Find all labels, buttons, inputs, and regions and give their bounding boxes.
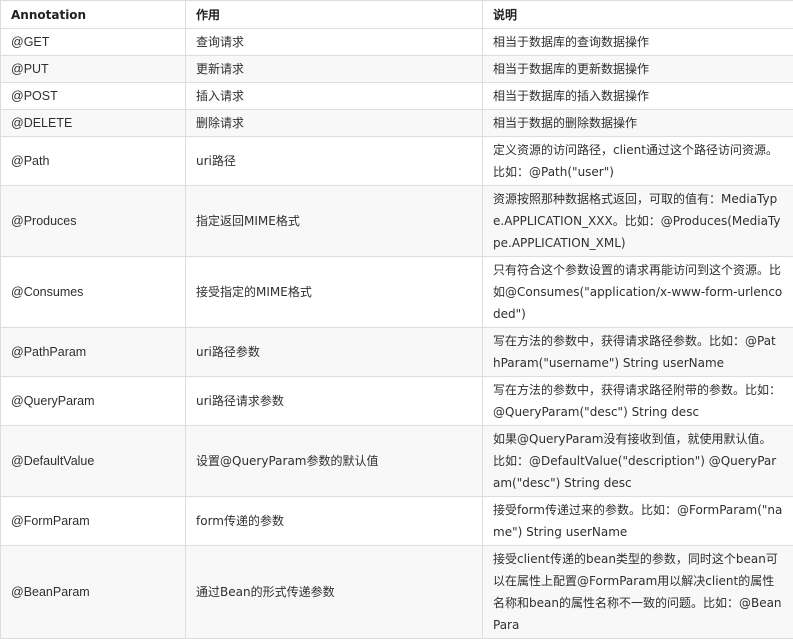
table-row: @BeanParam 通过Bean的形式传递参数 接受client传递的bean… [1, 546, 793, 639]
cell-annotation: @QueryParam [1, 377, 186, 426]
table-row: @DefaultValue 设置@QueryParam参数的默认值 如果@Que… [1, 426, 793, 497]
cell-purpose: 删除请求 [186, 110, 483, 137]
table-row: @FormParam form传递的参数 接受form传递过来的参数。比如：@F… [1, 497, 793, 546]
cell-purpose: uri路径 [186, 137, 483, 186]
cell-purpose: form传递的参数 [186, 497, 483, 546]
cell-description: 相当于数据库的更新数据操作 [483, 56, 793, 83]
cell-purpose: 通过Bean的形式传递参数 [186, 546, 483, 639]
header-annotation: Annotation [1, 1, 186, 29]
cell-annotation: @Produces [1, 186, 186, 257]
cell-purpose: uri路径请求参数 [186, 377, 483, 426]
cell-description: 资源按照那种数据格式返回，可取的值有：MediaType.APPLICATION… [483, 186, 793, 257]
cell-purpose: 查询请求 [186, 29, 483, 56]
table-row: @PathParam uri路径参数 写在方法的参数中，获得请求路径参数。比如：… [1, 328, 793, 377]
cell-description: 如果@QueryParam没有接收到值，就使用默认值。比如：@DefaultVa… [483, 426, 793, 497]
cell-purpose: uri路径参数 [186, 328, 483, 377]
cell-purpose: 插入请求 [186, 83, 483, 110]
cell-description: 接受form传递过来的参数。比如：@FormParam("name") Stri… [483, 497, 793, 546]
table-row: @Path uri路径 定义资源的访问路径，client通过这个路径访问资源。比… [1, 137, 793, 186]
cell-annotation: @FormParam [1, 497, 186, 546]
cell-annotation: @GET [1, 29, 186, 56]
table-row: @PUT 更新请求 相当于数据库的更新数据操作 [1, 56, 793, 83]
table-row: @QueryParam uri路径请求参数 写在方法的参数中，获得请求路径附带的… [1, 377, 793, 426]
cell-description: 写在方法的参数中，获得请求路径附带的参数。比如：@QueryParam("des… [483, 377, 793, 426]
cell-annotation: @DELETE [1, 110, 186, 137]
cell-annotation: @DefaultValue [1, 426, 186, 497]
table-header: Annotation 作用 说明 [1, 1, 793, 29]
table-row: @POST 插入请求 相当于数据库的插入数据操作 [1, 83, 793, 110]
cell-description: 定义资源的访问路径，client通过这个路径访问资源。比如：@Path("use… [483, 137, 793, 186]
header-row: Annotation 作用 说明 [1, 1, 793, 29]
cell-annotation: @PathParam [1, 328, 186, 377]
cell-description: 相当于数据库的查询数据操作 [483, 29, 793, 56]
table-row: @Produces 指定返回MIME格式 资源按照那种数据格式返回，可取的值有：… [1, 186, 793, 257]
cell-annotation: @Consumes [1, 257, 186, 328]
cell-annotation: @Path [1, 137, 186, 186]
table-body: @GET 查询请求 相当于数据库的查询数据操作 @PUT 更新请求 相当于数据库… [1, 29, 793, 639]
table-row: @GET 查询请求 相当于数据库的查询数据操作 [1, 29, 793, 56]
cell-description: 相当于数据的删除数据操作 [483, 110, 793, 137]
cell-annotation: @BeanParam [1, 546, 186, 639]
cell-purpose: 接受指定的MIME格式 [186, 257, 483, 328]
cell-description: 写在方法的参数中，获得请求路径参数。比如：@PathParam("usernam… [483, 328, 793, 377]
cell-annotation: @PUT [1, 56, 186, 83]
header-purpose: 作用 [186, 1, 483, 29]
header-description: 说明 [483, 1, 793, 29]
annotation-table: Annotation 作用 说明 @GET 查询请求 相当于数据库的查询数据操作… [0, 0, 793, 639]
cell-description: 接受client传递的bean类型的参数，同时这个bean可以在属性上配置@Fo… [483, 546, 793, 639]
cell-purpose: 更新请求 [186, 56, 483, 83]
cell-annotation: @POST [1, 83, 186, 110]
table-row: @DELETE 删除请求 相当于数据的删除数据操作 [1, 110, 793, 137]
cell-purpose: 设置@QueryParam参数的默认值 [186, 426, 483, 497]
cell-purpose: 指定返回MIME格式 [186, 186, 483, 257]
cell-description: 只有符合这个参数设置的请求再能访问到这个资源。比如@Consumes("appl… [483, 257, 793, 328]
table-row: @Consumes 接受指定的MIME格式 只有符合这个参数设置的请求再能访问到… [1, 257, 793, 328]
cell-description: 相当于数据库的插入数据操作 [483, 83, 793, 110]
